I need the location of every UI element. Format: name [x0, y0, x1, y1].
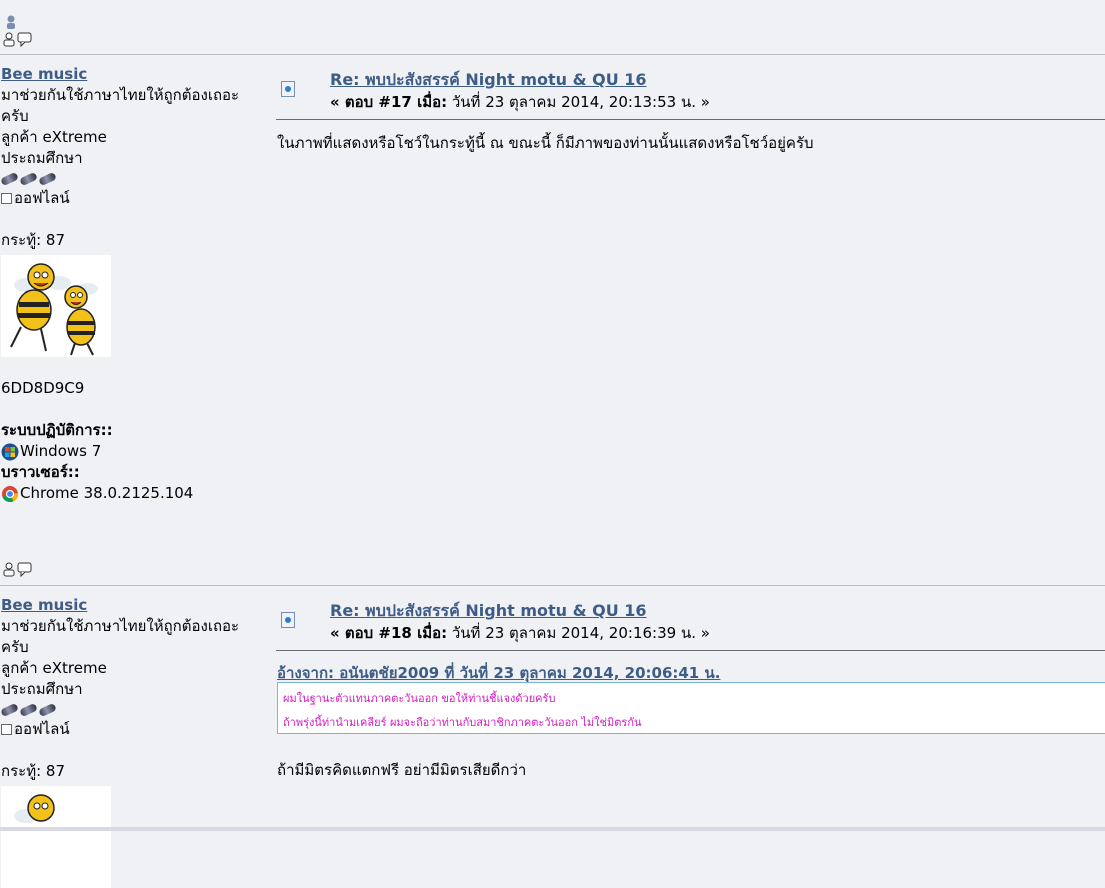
signature-text: 6DD8D9C9: [1, 379, 85, 397]
poster-tagline-cont: ครับ: [1, 107, 29, 125]
post-meta: « ตอบ #17 เมื่อ: วันที่ 23 ตุลาคม 2014, …: [330, 90, 710, 114]
post-divider: [276, 650, 1105, 651]
rank-star-icon: [0, 171, 19, 187]
divider: [0, 54, 1105, 55]
message-type-icon: [281, 612, 295, 628]
poster-info: Bee music มาช่วยกันใช้ภาษาไทยให้ถูกต้องเ…: [0, 64, 261, 504]
quote-block: ผมในฐานะตัวแทนภาคตะวันออก ขอให้ท่านชี้แจ…: [277, 682, 1105, 734]
post-body: ถ้ามีมิตรคิดแตกฟรี อย่ามีมิตรเสียดีกว่า: [277, 761, 527, 779]
browser-label: บราวเซอร์::: [1, 463, 80, 481]
offline-icon: [1, 193, 12, 204]
rank-star-icon: [0, 702, 19, 718]
online-status: ออฟไลน์: [1, 188, 261, 209]
post-date: วันที่ 23 ตุลาคม 2014, 20:13:53 น. »: [447, 93, 710, 111]
poster-tagline: มาช่วยกันใช้ภาษาไทยให้ถูกต้องเถอะ: [1, 617, 240, 635]
post-body: ในภาพที่แสดงหรือโชว์ในกระทู้นี้ ณ ขณะนี้…: [277, 134, 814, 152]
offline-icon: [1, 724, 12, 735]
top-icons: [2, 14, 34, 52]
poster-tagline: มาช่วยกันใช้ภาษาไทยให้ถูกต้องเถอะ: [1, 86, 240, 104]
rank-star-icon: [19, 171, 38, 187]
post-divider: [276, 119, 1105, 120]
profile-icons[interactable]: [2, 14, 34, 48]
browser-info: Chrome 38.0.2125.104: [1, 483, 261, 504]
avatar: [1, 786, 111, 888]
message-type-icon: [281, 81, 295, 97]
status-text: ออฟไลน์: [14, 189, 70, 207]
browser-value: Chrome 38.0.2125.104: [20, 484, 194, 502]
reply-number: « ตอบ #17 เมื่อ:: [330, 93, 448, 111]
post-count: กระทู้: 87: [1, 762, 65, 780]
rank-star-icon: [38, 702, 57, 718]
user-icon: [3, 562, 15, 577]
post-date: วันที่ 23 ตุลาคม 2014, 20:16:39 น. »: [447, 624, 710, 642]
chrome-icon: [2, 485, 19, 502]
quote-line: ถ้าพรุ่งนี้ท่านำมเคลียร์ ผมจะถือว่าท่านก…: [283, 716, 642, 729]
poster-name-link[interactable]: Bee music: [1, 595, 261, 616]
message-icon: [17, 562, 32, 578]
quote-line: ผมในฐานะตัวแทนภาคตะวันออก ขอให้ท่านชี้แจ…: [283, 692, 556, 705]
post-meta: « ตอบ #18 เมื่อ: วันที่ 23 ตุลาคม 2014, …: [330, 621, 710, 645]
horizontal-scrollbar[interactable]: [0, 827, 1105, 831]
poster-info: Bee music มาช่วยกันใช้ภาษาไทยให้ถูกต้องเ…: [0, 595, 261, 888]
os-info: Windows 7: [1, 441, 261, 462]
message-icon: [17, 32, 32, 48]
avatar: [1, 255, 111, 357]
post-action-icons: [2, 561, 34, 583]
poster-rank: ประถมศึกษา: [1, 680, 83, 698]
poster-group: ลูกค้า eXtreme: [1, 128, 107, 146]
online-status: ออฟไลน์: [1, 719, 261, 740]
bee-avatar-icon: [10, 263, 98, 356]
divider: [0, 585, 1105, 586]
rank-stars: [0, 702, 261, 718]
person-icon: [7, 15, 15, 29]
rank-stars: [0, 171, 261, 187]
poster-name-link[interactable]: Bee music: [1, 64, 261, 85]
rank-star-icon: [38, 171, 57, 187]
poster-rank: ประถมศึกษา: [1, 149, 83, 167]
windows-icon: [1, 443, 19, 460]
rank-star-icon: [19, 702, 38, 718]
bee-avatar-icon: [14, 794, 55, 823]
user-icon: [3, 32, 15, 47]
os-value: Windows 7: [20, 442, 102, 460]
reply-number: « ตอบ #18 เมื่อ:: [330, 624, 448, 642]
poster-tagline-cont: ครับ: [1, 638, 29, 656]
poster-group: ลูกค้า eXtreme: [1, 659, 107, 677]
os-label: ระบบปฏิบัติการ::: [1, 421, 113, 439]
status-text: ออฟไลน์: [14, 720, 70, 738]
post-count: กระทู้: 87: [1, 231, 65, 249]
